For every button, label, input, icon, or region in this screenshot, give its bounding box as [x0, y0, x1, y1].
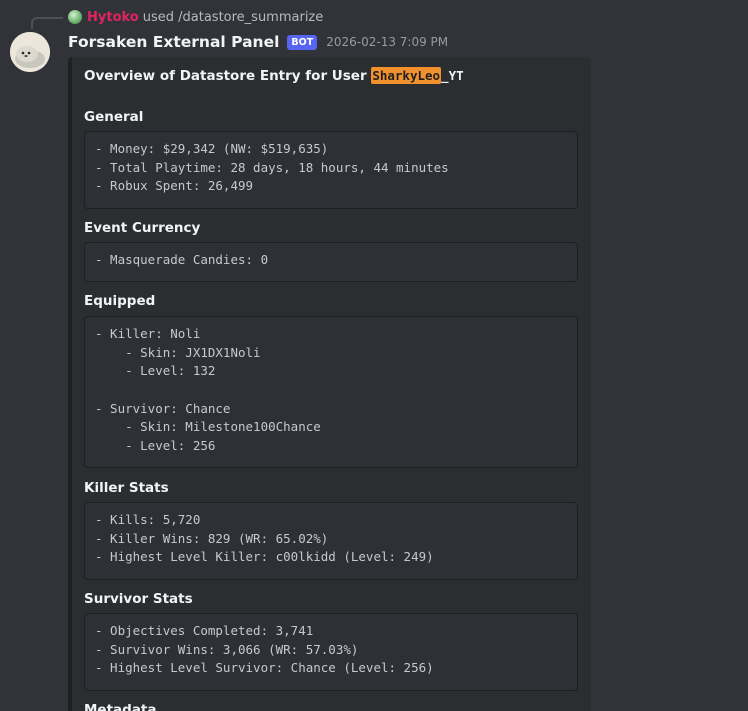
code-line: - Robux Spent: 26,499: [95, 178, 254, 194]
codeblock-general: - Money: $29,342 (NW: $519,635) - Total …: [84, 131, 578, 209]
reply-username[interactable]: Hytoko: [87, 10, 139, 25]
codeblock-survivor-stats: - Objectives Completed: 3,741 - Survivor…: [84, 613, 578, 691]
embed-title-prefix: Overview of Datastore Entry for User: [84, 68, 372, 84]
message-timestamp[interactable]: 2026-02-13 7:09 PM: [326, 35, 448, 49]
section-heading-survivor-stats: Survivor Stats: [84, 591, 193, 607]
message-header: Forsaken External Panel BOT 2026-02-13 7…: [68, 31, 448, 53]
codeblock-killer-stats: - Kills: 5,720 - Killer Wins: 829 (WR: 6…: [84, 502, 578, 580]
bot-avatar[interactable]: [10, 32, 50, 72]
code-line: - Total Playtime: 28 days, 18 hours, 44 …: [95, 159, 449, 175]
code-line: - Highest Level Survivor: Chance (Level:…: [95, 660, 434, 676]
author-name[interactable]: Forsaken External Panel: [68, 33, 279, 51]
code-line: - Objectives Completed: 3,741: [95, 623, 314, 638]
codeblock-event-currency: - Masquerade Candies: 0: [84, 242, 578, 282]
section-heading-equipped: Equipped: [84, 293, 156, 309]
embed-card: Overview of Datastore Entry for User Sha…: [68, 57, 591, 711]
code-line: - Survivor: Chance: [95, 400, 231, 416]
code-line: - Skin: JX1DX1Noli: [95, 344, 261, 360]
section-heading-killer-stats: Killer Stats: [84, 480, 169, 496]
code-line: - Kills: 5,720: [95, 512, 201, 527]
embed-title-suffix: _YT: [441, 68, 464, 83]
reply-user-avatar-icon[interactable]: [68, 10, 82, 24]
bot-badge: BOT: [287, 34, 318, 50]
reply-connector: [31, 17, 63, 29]
reply-context[interactable]: Hytoko used /datastore_summarize: [68, 8, 323, 26]
reply-command-text[interactable]: used /datastore_summarize: [143, 10, 324, 25]
code-line: - Killer Wins: 829 (WR: 65.02%): [95, 530, 329, 546]
code-line: - Killer: Noli: [95, 326, 201, 341]
code-line: - Skin: Milestone100Chance: [95, 419, 321, 435]
code-line: - Level: 256: [95, 438, 216, 454]
codeblock-equipped: - Killer: Noli - Skin: JX1DX1Noli - Leve…: [84, 316, 578, 468]
search-highlight: SharkyLeo: [371, 67, 442, 84]
code-line: - Money: $29,342 (NW: $519,635): [95, 141, 329, 156]
code-line: - Highest Level Killer: c00lkidd (Level:…: [95, 549, 434, 565]
code-line: - Masquerade Candies: 0: [95, 252, 269, 267]
seal-avatar-icon: [10, 32, 50, 72]
code-line: - Survivor Wins: 3,066 (WR: 57.03%): [95, 641, 359, 657]
chat-message: Hytoko used /datastore_summarize Forsake…: [0, 0, 748, 711]
embed-title: Overview of Datastore Entry for User Sha…: [84, 67, 464, 84]
section-heading-general: General: [84, 109, 144, 125]
section-heading-event-currency: Event Currency: [84, 220, 201, 236]
code-line: - Level: 132: [95, 363, 216, 379]
section-heading-metadata: Metadata: [84, 702, 157, 711]
